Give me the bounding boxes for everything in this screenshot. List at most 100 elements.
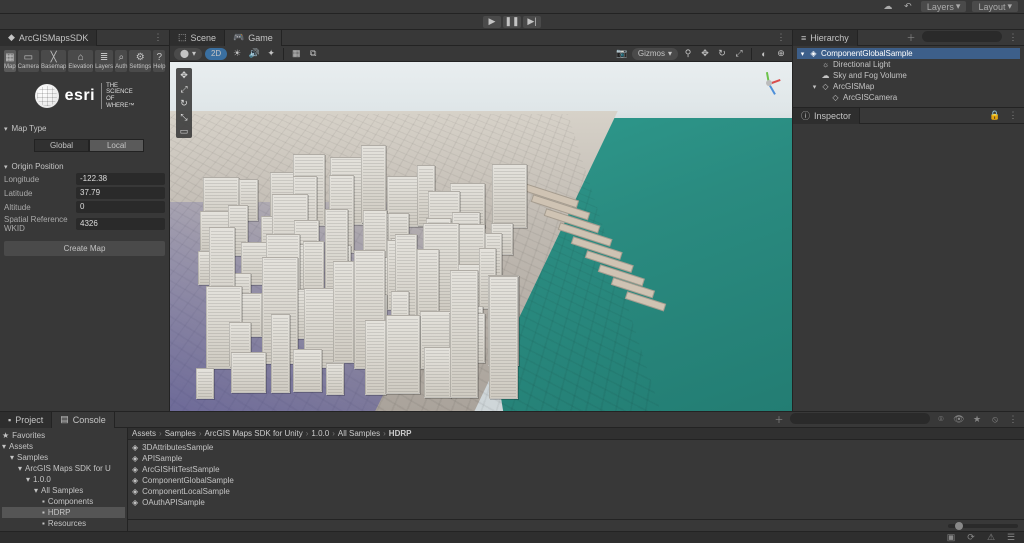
tool3-icon[interactable]: ↻ (715, 47, 729, 61)
breadcrumb-segment[interactable]: HDRP (389, 429, 412, 438)
map-type-local[interactable]: Local (89, 139, 144, 152)
status-icon-3[interactable]: ⚠ (984, 531, 998, 543)
cloud-icon[interactable]: ☁ (881, 0, 895, 14)
2d-toggle[interactable]: 2D (205, 48, 227, 60)
file-row[interactable]: ◈ComponentGlobalSample (132, 475, 1020, 486)
lock-icon[interactable]: 🔒 (988, 109, 1002, 123)
snap-icon[interactable]: ⧉ (306, 47, 320, 61)
status-icon-4[interactable]: ☰ (1004, 531, 1018, 543)
map-type-global[interactable]: Global (34, 139, 89, 152)
hierarchy-search[interactable] (922, 31, 1002, 42)
layout-dropdown[interactable]: Layout ▾ (972, 1, 1018, 12)
grid-icon[interactable]: ▦ (289, 47, 303, 61)
tree-row[interactable]: ▾Assets (2, 441, 125, 452)
latitude-input[interactable]: 37.79 (76, 187, 165, 199)
hierarchy-item[interactable]: ☼Directional Light (797, 59, 1020, 70)
hierarchy-tab[interactable]: ≡ Hierarchy (793, 30, 858, 46)
play-button[interactable]: ▶ (483, 16, 501, 28)
hierarchy-item[interactable]: ▾◇ArcGISMap (797, 81, 1020, 92)
status-icon-2[interactable]: ⟳ (964, 531, 978, 543)
panel-menu-icon[interactable]: ⋮ (774, 31, 788, 45)
icon-size-slider[interactable] (128, 519, 1024, 531)
step-button[interactable]: ▶| (523, 16, 541, 28)
filter-icon[interactable]: ⌾ (934, 413, 948, 427)
layers-dropdown[interactable]: Layers ▾ (921, 1, 967, 12)
create-map-button[interactable]: Create Map (4, 241, 165, 256)
tool-elevation[interactable]: ⌂Elevation (68, 50, 93, 72)
hierarchy-item[interactable]: ◇ArcGISCamera (797, 92, 1020, 103)
panel-menu-icon[interactable]: ⋮ (1006, 109, 1020, 123)
tool-settings[interactable]: ⚙Settings (129, 50, 151, 72)
view-tool-0[interactable]: ✥ (176, 68, 192, 82)
view-tool-1[interactable]: ⤢ (176, 82, 192, 96)
add-icon[interactable]: ＋ (772, 413, 786, 427)
tool2-icon[interactable]: ✥ (698, 47, 712, 61)
hierarchy-item[interactable]: ☁Sky and Fog Volume (797, 70, 1020, 81)
globe-icon (35, 84, 59, 108)
view-tool-3[interactable]: ⤡ (176, 110, 192, 124)
tool-layers[interactable]: ≣Layers (95, 50, 113, 72)
project-breadcrumb[interactable]: Assets›Samples›ArcGIS Maps SDK for Unity… (132, 429, 411, 438)
gizmos-dropdown[interactable]: Gizmos▾ (632, 48, 678, 60)
tree-row[interactable]: ▾1.0.0 (2, 474, 125, 485)
tree-row[interactable]: ★Favorites (2, 430, 125, 441)
tree-row[interactable]: ▪Components (2, 496, 125, 507)
tree-row[interactable]: ▪Resources (2, 518, 125, 529)
tool-camera[interactable]: ▭Camera (18, 50, 39, 72)
status-icon-1[interactable]: ▣ (944, 531, 958, 543)
hidden-icon[interactable]: ⦸ (988, 413, 1002, 427)
file-row[interactable]: ◈OAuthAPISample (132, 497, 1020, 508)
scene-tab[interactable]: ⬚ Scene (170, 30, 225, 46)
star-icon[interactable]: ★ (970, 413, 984, 427)
file-row[interactable]: ◈ComponentLocalSample (132, 486, 1020, 497)
origin-header[interactable]: ▾ Origin Position (4, 160, 165, 173)
lighting-icon[interactable]: ☀ (230, 47, 244, 61)
spatial-reference-wkid-input[interactable]: 4326 (76, 218, 165, 230)
camera-icon[interactable]: 📷 (615, 47, 629, 61)
breadcrumb-segment[interactable]: Samples (165, 429, 196, 438)
game-tab[interactable]: 🎮 Game (225, 30, 282, 46)
panel-menu-icon[interactable]: ⋮ (1006, 413, 1020, 427)
tree-row[interactable]: ▾Samples (2, 452, 125, 463)
view-tool-2[interactable]: ↻ (176, 96, 192, 110)
draw-mode-dropdown[interactable]: ⬤▾ (174, 48, 202, 60)
tool4-icon[interactable]: ⤢ (732, 47, 746, 61)
tree-row[interactable]: ▾All Samples (2, 485, 125, 496)
fx-icon[interactable]: ✦ (264, 47, 278, 61)
console-tab[interactable]: ▤ Console (52, 412, 115, 428)
breadcrumb-segment[interactable]: All Samples (338, 429, 380, 438)
arcgis-tab[interactable]: ◆ ArcGISMapsSDK (0, 30, 97, 46)
breadcrumb-segment[interactable]: Assets (132, 429, 156, 438)
tool-auth[interactable]: ⌕Auth (115, 50, 127, 72)
orientation-gizmo[interactable] (754, 68, 784, 98)
scene-viewport[interactable]: ✥⤢↻⤡▭ (170, 62, 792, 411)
add-icon[interactable]: ＋ (904, 31, 918, 45)
altitude-input[interactable]: 0 (76, 201, 165, 213)
tree-row[interactable]: ▪HDRP (2, 507, 125, 518)
breadcrumb-segment[interactable]: 1.0.0 (311, 429, 329, 438)
tool-basemap[interactable]: ╳Basemap (41, 50, 66, 72)
audio-icon[interactable]: 🔊 (247, 47, 261, 61)
project-search[interactable] (790, 413, 930, 424)
project-tab[interactable]: ▪ Project (0, 412, 52, 428)
view-tool-4[interactable]: ▭ (176, 124, 192, 138)
handle-icon[interactable]: ◐ (757, 47, 771, 61)
breadcrumb-segment[interactable]: ArcGIS Maps SDK for Unity (204, 429, 302, 438)
file-row[interactable]: ◈3DAttributesSample (132, 442, 1020, 453)
map-type-header[interactable]: ▾ Map Type (4, 122, 165, 135)
pivot-icon[interactable]: ⊕ (774, 47, 788, 61)
inspector-tab[interactable]: ⓘ Inspector (793, 108, 860, 124)
file-row[interactable]: ◈APISample (132, 453, 1020, 464)
tool1-icon[interactable]: ⚲ (681, 47, 695, 61)
tree-row[interactable]: ▾ArcGIS Maps SDK for U (2, 463, 125, 474)
eye-icon[interactable]: 👁 (952, 413, 966, 427)
undo-icon[interactable]: ↶ (901, 0, 915, 14)
longitude-input[interactable]: -122.38 (76, 173, 165, 185)
file-row[interactable]: ◈ArcGISHitTestSample (132, 464, 1020, 475)
tool-help[interactable]: ?Help (153, 50, 165, 72)
panel-menu-icon[interactable]: ⋮ (151, 31, 165, 45)
hierarchy-scene-row[interactable]: ▾ ◈ ComponentGlobalSample (797, 48, 1020, 59)
tool-map[interactable]: ▦Map (4, 50, 16, 72)
panel-menu-icon[interactable]: ⋮ (1006, 31, 1020, 45)
pause-button[interactable]: ❚❚ (503, 16, 521, 28)
